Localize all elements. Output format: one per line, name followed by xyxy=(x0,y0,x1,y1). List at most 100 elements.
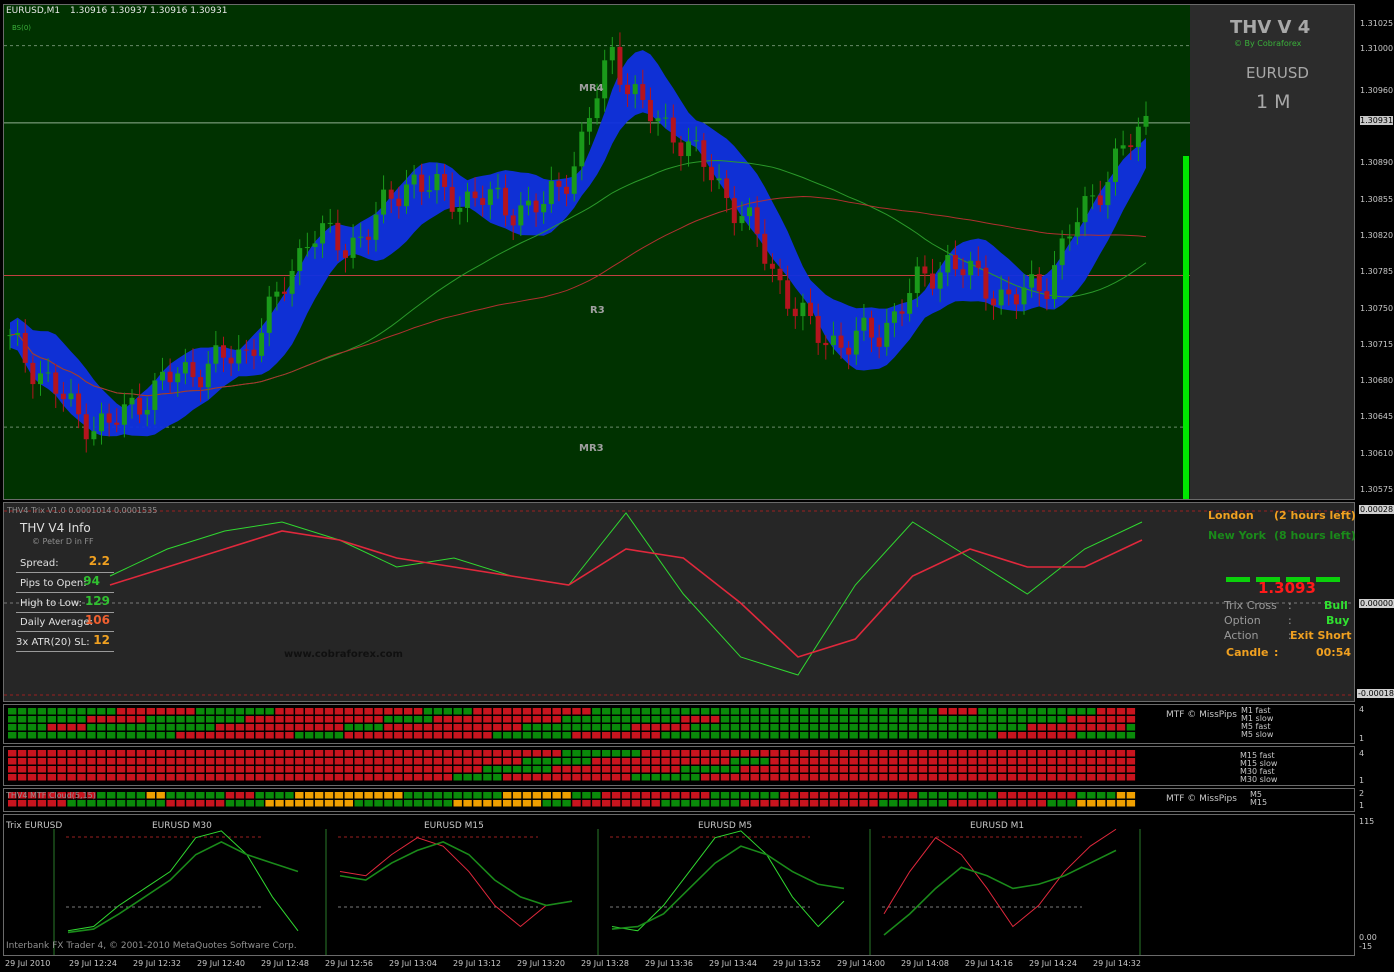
mtf-cell xyxy=(344,708,353,715)
mtf-cell xyxy=(681,758,690,765)
mtf-cell xyxy=(958,732,967,739)
strip1-axis-bottom: 1 xyxy=(1359,734,1365,743)
mtf-trix-pane[interactable]: Trix EURUSD EURUSD M30 EURUSD M15 EURUSD… xyxy=(3,814,1355,956)
mtf-cell xyxy=(790,716,799,723)
mtf-cell xyxy=(582,758,591,765)
candle-body xyxy=(1044,291,1050,299)
mtf-cell xyxy=(1097,766,1106,773)
mtf-cell xyxy=(404,774,413,781)
mtf-cell xyxy=(17,758,27,765)
price-chart[interactable] xyxy=(4,5,1354,499)
session-newyork: New York xyxy=(1208,529,1266,542)
strip3-title: THV4 MTF Cloud(5,15) xyxy=(6,791,96,800)
mtf-cell xyxy=(463,716,472,723)
mtf-cell xyxy=(998,732,1007,739)
mtf-cell xyxy=(889,708,898,715)
mtf-cell xyxy=(859,750,868,757)
mtf-cell xyxy=(701,792,710,799)
mtf-cell xyxy=(829,716,839,723)
option-value: Buy xyxy=(1326,614,1350,627)
mtf-cell xyxy=(928,708,938,715)
mtf-cell xyxy=(324,758,334,765)
mtf-cell xyxy=(87,750,96,757)
mtf-strip-2[interactable]: M15 fast M15 slow M30 fast M30 slow xyxy=(3,746,1355,786)
mtf-cell xyxy=(235,708,245,715)
mtf-cell xyxy=(37,766,47,773)
mtf-cell xyxy=(938,724,947,731)
mtf-cell xyxy=(423,774,433,781)
mtf-cell xyxy=(334,792,344,799)
mtf-cell xyxy=(374,774,383,781)
mtf-cell xyxy=(453,750,462,757)
mtf-cell xyxy=(869,708,878,715)
mtf-cell xyxy=(305,792,314,799)
mtf-cell xyxy=(770,800,779,807)
mtf-cell xyxy=(770,774,779,781)
candle-body xyxy=(426,190,432,192)
main-chart-pane[interactable]: EURUSD,M1 1.30916 1.30937 1.30916 1.3093… xyxy=(3,4,1355,500)
mtf-cell xyxy=(146,732,155,739)
website-link[interactable]: www.cobraforex.com xyxy=(284,649,403,660)
candle-body xyxy=(320,223,326,244)
mtf-cell xyxy=(1077,716,1086,723)
mtf-cell xyxy=(889,732,898,739)
mtf-strip-1[interactable]: MTF © MissPips M1 fast M1 slow M5 fast M5 s… xyxy=(3,704,1355,744)
mtf-cell xyxy=(978,758,987,765)
mtf-cell xyxy=(829,724,839,731)
trix-pane[interactable]: THV4 Trix V1.0 0.0001014 0.0001535 THV V… xyxy=(3,502,1356,702)
mtf-cell xyxy=(958,758,967,765)
mtf-cell xyxy=(27,766,37,773)
candle-body xyxy=(968,260,974,276)
mtf-cell xyxy=(1007,708,1017,715)
candle-body xyxy=(289,270,295,294)
mtf-cell xyxy=(958,716,967,723)
mtf-cloud-strip[interactable]: THV4 MTF Cloud(5,15) MTF © MissPips M5 M1… xyxy=(3,788,1355,812)
mtf-cell xyxy=(1047,766,1056,773)
mtf-cell xyxy=(116,800,126,807)
mtf-cell xyxy=(918,724,928,731)
mtf-cell xyxy=(602,750,611,757)
mtf-cell xyxy=(1047,732,1056,739)
mtf-cell xyxy=(859,708,868,715)
mtf-cell xyxy=(146,800,155,807)
mtf-cell xyxy=(265,716,274,723)
price-axis[interactable]: 0.00028 0.00000 -0.00018 4 1 4 1 2 1 115… xyxy=(1356,0,1394,972)
mtf-cell xyxy=(176,750,185,757)
mtf-cell xyxy=(661,774,670,781)
mtf-cell xyxy=(1097,774,1106,781)
candle-body xyxy=(998,289,1004,306)
mtf-cell xyxy=(314,750,324,757)
mtf-cell xyxy=(47,750,56,757)
mtf-cell xyxy=(918,800,928,807)
mtf-cell xyxy=(790,774,799,781)
mtf-cell xyxy=(908,708,918,715)
mtf-cell xyxy=(47,716,56,723)
mtf-cell xyxy=(918,732,928,739)
mtf-cell xyxy=(701,774,710,781)
mtf-cell xyxy=(1077,708,1086,715)
mtf-cell xyxy=(413,750,423,757)
mtf-cell xyxy=(235,750,245,757)
mtf-cell xyxy=(1007,724,1017,731)
mtf-cell xyxy=(67,774,76,781)
mtf-cell xyxy=(671,792,680,799)
mtf-cell xyxy=(67,716,76,723)
trix-chart[interactable] xyxy=(4,503,1354,701)
mtf-cell xyxy=(750,774,759,781)
mtf-cell xyxy=(364,750,373,757)
mtf-cell xyxy=(849,732,858,739)
mtf-cell xyxy=(691,792,700,799)
mtf-cell xyxy=(176,800,185,807)
mtf-cell xyxy=(701,708,710,715)
mtf-cell xyxy=(483,800,492,807)
mtf-cell xyxy=(324,750,334,757)
mtf-cell xyxy=(908,732,918,739)
mtf-cell xyxy=(314,800,324,807)
mtf-cell xyxy=(800,800,809,807)
mtf-cell xyxy=(255,708,264,715)
mtf-cell xyxy=(572,800,581,807)
mtf-cell xyxy=(809,716,819,723)
mtf-cell xyxy=(433,774,443,781)
candle-body xyxy=(518,205,524,226)
mtf-cell xyxy=(1037,758,1046,765)
